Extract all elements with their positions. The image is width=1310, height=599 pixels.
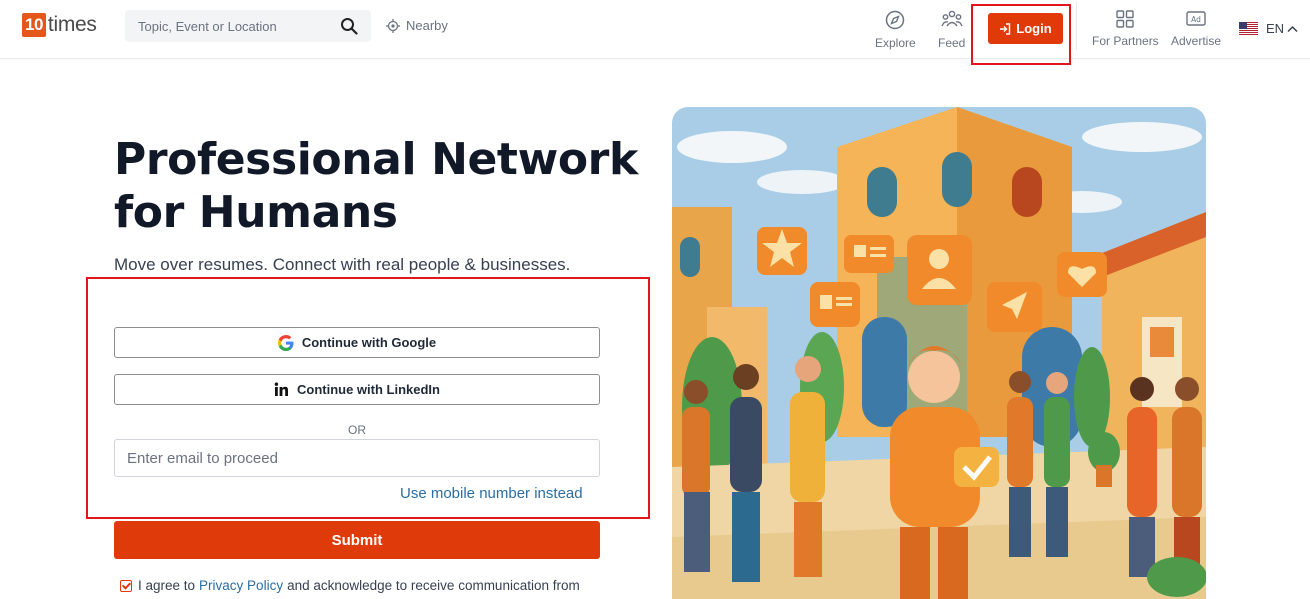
nav-feed[interactable]: Feed	[938, 10, 965, 50]
nav-advertise-label: Advertise	[1171, 34, 1222, 48]
compass-icon	[886, 10, 905, 30]
login-button[interactable]: Login	[988, 13, 1063, 44]
grid-icon	[1116, 10, 1135, 28]
people-icon	[941, 10, 963, 27]
hero-illustration	[672, 107, 1206, 599]
nav-feed-label: Feed	[938, 36, 966, 50]
chevron-up-icon	[1287, 25, 1298, 32]
title-line-1: Professional Network	[114, 134, 638, 185]
or-separator: OR	[348, 423, 366, 437]
nav-explore-label: Explore	[875, 36, 916, 50]
use-mobile-number-link[interactable]: Use mobile number instead	[400, 485, 583, 502]
top-navbar: 10 times Nearby Explore	[0, 0, 1310, 59]
nav-advertise[interactable]: Ad Advertise	[1171, 10, 1221, 48]
google-icon	[277, 334, 294, 351]
us-flag-icon	[1239, 22, 1258, 35]
linkedin-icon	[274, 382, 288, 396]
linkedin-button-label: Continue with LinkedIn	[297, 382, 440, 397]
logo-text: times	[47, 13, 97, 36]
continue-with-linkedin-button[interactable]: Continue with LinkedIn	[114, 374, 600, 405]
login-arrow-icon	[1000, 22, 1011, 35]
logo[interactable]: 10 times	[22, 12, 97, 38]
crosshair-icon	[386, 18, 400, 33]
nav-for-partners-label: For Partners	[1092, 34, 1159, 48]
ad-icon: Ad	[1186, 11, 1206, 26]
consent-checkbox[interactable]	[120, 579, 132, 592]
logo-badge: 10	[22, 13, 46, 37]
divider	[1076, 2, 1077, 50]
email-input[interactable]	[114, 439, 600, 477]
search-icon[interactable]	[340, 17, 358, 35]
consent-row: I agree to Privacy Policy and acknowledg…	[120, 578, 580, 593]
language-label: EN	[1266, 21, 1285, 36]
privacy-policy-link[interactable]: Privacy Policy	[199, 578, 283, 593]
page-title: Professional Network for Humans	[114, 133, 674, 239]
search-bar	[125, 10, 371, 42]
consent-text-suffix: and acknowledge to receive communication…	[287, 578, 580, 593]
nearby-label: Nearby	[406, 18, 448, 33]
title-line-2: for Humans	[114, 187, 398, 238]
continue-with-google-button[interactable]: Continue with Google	[114, 327, 600, 358]
search-input[interactable]	[136, 17, 335, 35]
nav-explore[interactable]: Explore	[875, 10, 916, 50]
submit-button[interactable]: Submit	[114, 521, 600, 559]
nav-for-partners[interactable]: For Partners	[1092, 10, 1159, 48]
hero-illustration-art	[672, 107, 1206, 599]
svg-text:Ad: Ad	[1191, 15, 1201, 24]
consent-text-prefix: I agree to	[138, 578, 196, 593]
nearby-button[interactable]: Nearby	[386, 18, 448, 33]
language-selector[interactable]: EN	[1239, 21, 1298, 36]
login-label: Login	[1016, 21, 1052, 36]
google-button-label: Continue with Google	[301, 335, 437, 350]
page-subtitle: Move over resumes. Connect with real peo…	[114, 255, 571, 274]
